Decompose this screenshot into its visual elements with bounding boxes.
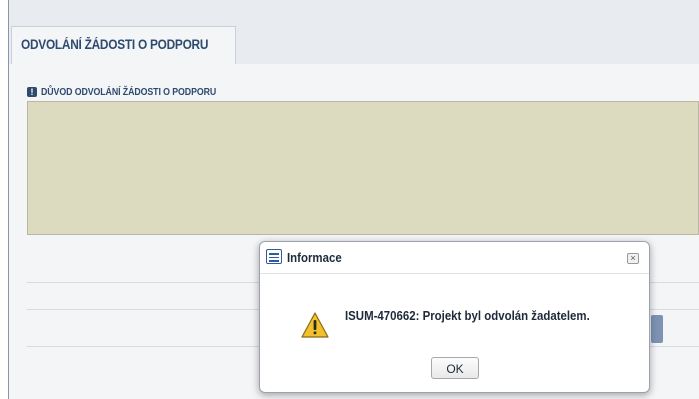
reason-field-label: ! DŮVOD ODVOLÁNÍ ŽÁDOSTI O PODPORU <box>27 86 240 98</box>
reason-textarea[interactable] <box>27 101 699 235</box>
tab-label: ODVOLÁNÍ ŽÁDOSTI O PODPORU <box>21 37 209 52</box>
warning-icon <box>301 312 329 338</box>
dialog-titlebar: Informace × <box>260 242 649 274</box>
tab-odvolani-zadosti[interactable]: ODVOLÁNÍ ŽÁDOSTI O PODPORU <box>11 26 236 64</box>
window-icon <box>266 249 282 264</box>
reason-label-text: DŮVOD ODVOLÁNÍ ŽÁDOSTI O PODPORU <box>41 86 217 98</box>
action-button[interactable] <box>651 315 663 343</box>
tab-bar: ODVOLÁNÍ ŽÁDOSTI O PODPORU <box>9 0 699 65</box>
required-info-icon: ! <box>27 87 37 97</box>
dialog-title: Informace <box>287 250 342 265</box>
dialog-message: ISUM-470662: Projekt byl odvolán žadatel… <box>345 308 590 323</box>
close-icon[interactable]: × <box>627 253 639 264</box>
ok-button[interactable]: OK <box>431 357 479 379</box>
info-dialog: Informace × ISUM-470662: Projekt byl odv… <box>259 241 650 393</box>
